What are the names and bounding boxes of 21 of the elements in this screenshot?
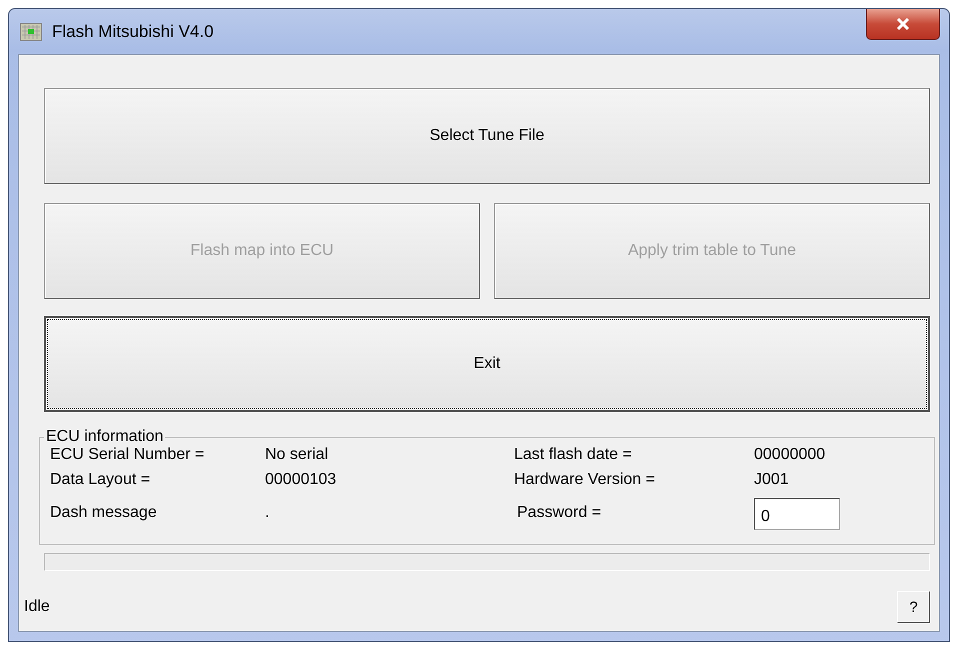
close-button[interactable] [866, 9, 940, 40]
wide-button[interactable]: Select Tune File [44, 88, 930, 184]
field-value: . [265, 504, 270, 522]
field-label: Last flash date = [514, 446, 633, 464]
field-label: Hardware Version = [514, 471, 656, 489]
group-title: ECU information [45, 428, 164, 446]
field-label: Password = [516, 504, 602, 522]
wide-button[interactable]: Exit [44, 316, 930, 412]
field-value: J001 [754, 471, 790, 489]
field-value: 00000103 [265, 471, 338, 489]
help-button[interactable]: ? [897, 591, 930, 623]
close-icon [896, 18, 910, 30]
password-field[interactable]: 0 [754, 498, 840, 530]
field-label: Data Layout = [50, 471, 152, 489]
app-icon [20, 22, 42, 40]
window-title: Flash Mitsubishi V4.0 [52, 22, 214, 42]
field-value: No serial [265, 446, 330, 464]
field-label: ECU Serial Number = [50, 446, 206, 464]
field-value: 00000000 [754, 446, 826, 464]
status-text: Idle [24, 598, 50, 616]
field-label: Dash message [50, 504, 158, 522]
